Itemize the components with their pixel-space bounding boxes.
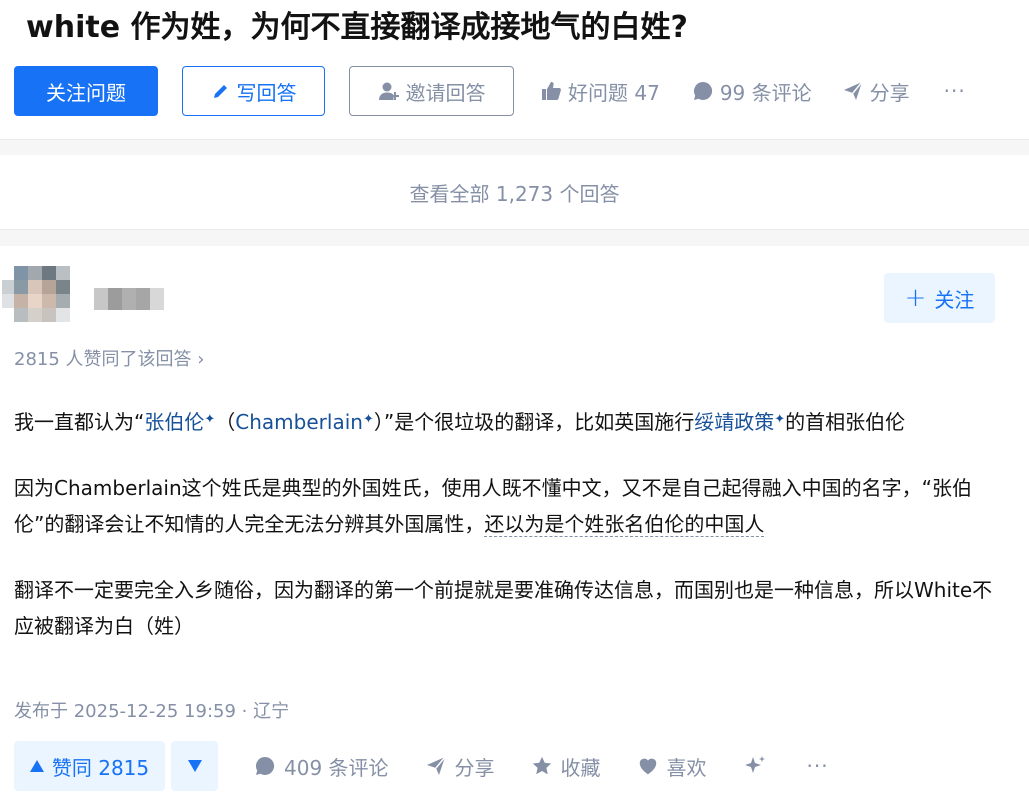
voters-summary-link[interactable]: 2815 人赞同了该回答 › (14, 345, 204, 371)
good-question-button[interactable]: 好问题 47 (540, 77, 660, 106)
answer-more-button[interactable]: ··· (807, 754, 829, 778)
link-appeasement-policy[interactable]: 绥靖政策✦ (694, 410, 785, 434)
vote-up-button[interactable]: 赞同 2815 (14, 741, 165, 791)
star-icon (531, 755, 553, 777)
vote-down-button[interactable] (171, 741, 218, 791)
username-pixelated[interactable] (94, 288, 164, 310)
question-actions: 关注问题 写回答 邀请回答 好问题 47 99 条评论 分享 ··· (14, 66, 966, 116)
like-label: 喜欢 (666, 755, 707, 780)
comment-bubble-icon (692, 80, 714, 102)
question-title[interactable]: white 作为姓，为何不直接翻译成接地气的白姓? (26, 8, 688, 48)
write-answer-button[interactable]: 写回答 (182, 66, 325, 116)
invite-answer-label: 邀请回答 (405, 80, 486, 105)
follow-user-button[interactable]: + 关注 (884, 273, 995, 323)
sparkle-icon (743, 754, 767, 778)
answer-card: + 关注 2815 人赞同了该回答 › 我一直都认为“张伯伦✦（Chamberl… (0, 246, 1029, 801)
question-comments-label: 99 条评论 (719, 80, 812, 105)
triangle-up-icon (29, 760, 44, 772)
thumb-up-icon (540, 80, 562, 102)
question-share-button[interactable]: 分享 (842, 77, 910, 106)
comment-bubble-icon (254, 755, 276, 777)
answer-actions: 赞同 2815 409 条评论 分享 收藏 喜欢 ··· (14, 741, 829, 791)
question-share-label: 分享 (869, 80, 910, 105)
invite-answer-button[interactable]: 邀请回答 (349, 66, 514, 116)
answer-comments-button[interactable]: 409 条评论 (254, 752, 389, 781)
heart-icon (637, 755, 659, 777)
sparkle-icon: ✦ (362, 412, 374, 427)
answer-share-button[interactable]: 分享 (425, 752, 495, 781)
triangle-down-icon (187, 760, 202, 772)
follow-question-button[interactable]: 关注问题 (14, 66, 158, 116)
avatar[interactable] (2, 266, 70, 322)
question-more-button[interactable]: ··· (944, 79, 966, 103)
answer-comments-label: 409 条评论 (284, 755, 389, 780)
answer-paragraph: 因为Chamberlain这个姓氏是典型的外国姓氏，使用人既不懂中文，又不是自己… (14, 476, 973, 537)
link-zhangbolun[interactable]: 张伯伦✦ (144, 410, 215, 434)
sparkle-icon: ✦ (204, 412, 216, 427)
ai-sparkle-button[interactable] (743, 754, 767, 778)
answer-paragraph: 我一直都认为“张伯伦✦（Chamberlain✦）”是个很垃圾的翻译，比如英国施… (14, 410, 906, 434)
like-button[interactable]: 喜欢 (637, 752, 707, 781)
highlighted-phrase[interactable]: 还以为是个姓张名伯伦的中国人 (484, 512, 765, 537)
paper-plane-icon (425, 755, 447, 777)
answer-content: 我一直都认为“张伯伦✦（Chamberlain✦）”是个很垃圾的翻译，比如英国施… (14, 402, 994, 644)
link-chamberlain[interactable]: Chamberlain✦ (235, 410, 374, 434)
answer-paragraph: 翻译不一定要完全入乡随俗，因为翻译的第一个前提就是要准确传达信息，而国别也是一种… (14, 578, 993, 638)
question-comments-button[interactable]: 99 条评论 (692, 77, 812, 106)
pencil-icon (211, 81, 231, 101)
favorite-button[interactable]: 收藏 (531, 752, 601, 781)
favorite-label: 收藏 (560, 755, 601, 780)
view-all-answers-button[interactable]: 查看全部 1,273 个回答 (0, 155, 1029, 230)
follow-user-label: 关注 (934, 287, 975, 312)
add-user-icon (378, 80, 400, 102)
answer-share-label: 分享 (454, 755, 495, 780)
publish-time[interactable]: 发布于 2025-12-25 19:59 · 辽宁 (14, 697, 289, 723)
paper-plane-icon (842, 80, 864, 102)
good-question-label: 好问题 47 (568, 80, 660, 105)
vote-up-label: 赞同 2815 (51, 755, 150, 780)
question-header: white 作为姓，为何不直接翻译成接地气的白姓? 关注问题 写回答 邀请回答 … (0, 0, 1029, 140)
write-answer-label: 写回答 (236, 80, 297, 105)
plus-icon: + (904, 283, 927, 313)
sparkle-icon: ✦ (774, 412, 786, 427)
